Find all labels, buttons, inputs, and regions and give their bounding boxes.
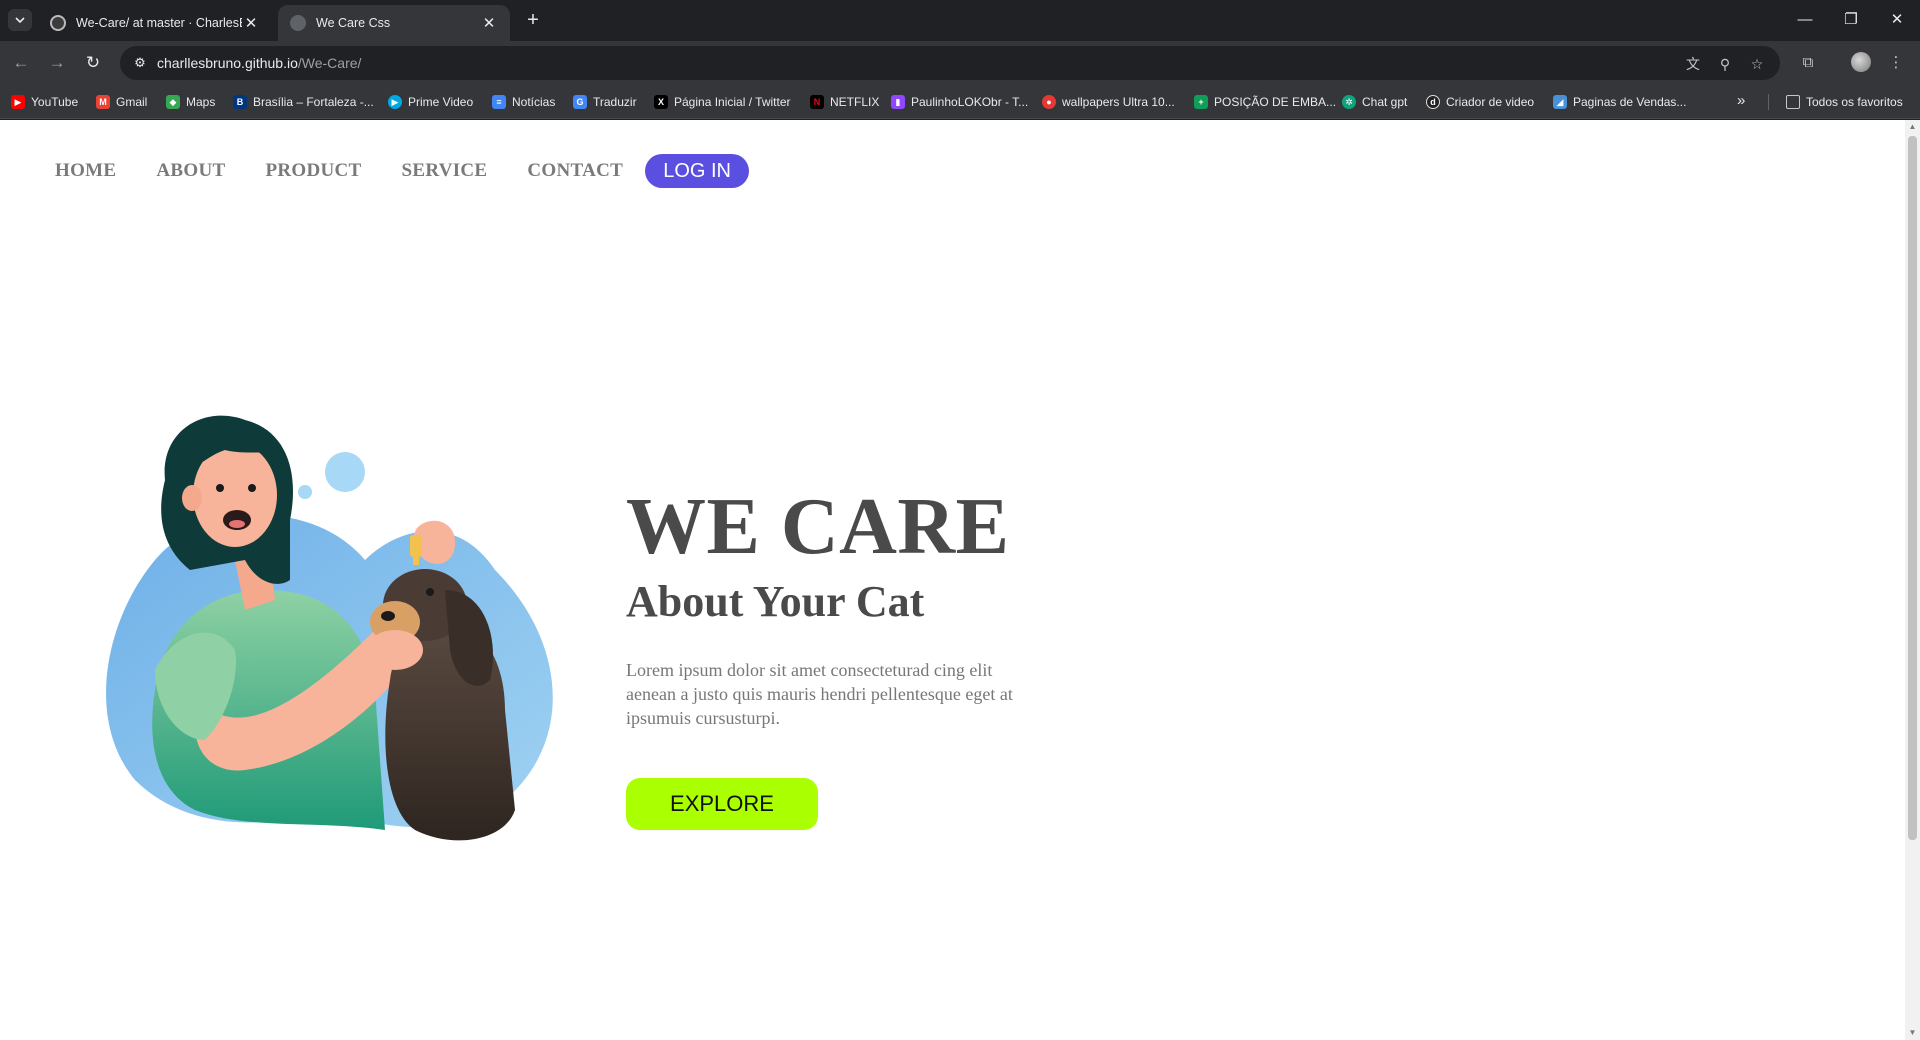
globe-icon bbox=[290, 15, 306, 31]
menu-icon[interactable]: ⋮ bbox=[1882, 49, 1910, 77]
tab-title: We-Care/ at master · CharlesBr bbox=[76, 16, 242, 30]
close-window-button[interactable]: ✕ bbox=[1874, 0, 1920, 41]
scroll-thumb[interactable] bbox=[1908, 136, 1917, 840]
netflix-icon: N bbox=[810, 95, 824, 109]
page-viewport: HOME ABOUT PRODUCT SERVICE CONTACT LOG I… bbox=[0, 120, 1920, 1040]
url-path: /We-Care/ bbox=[297, 55, 362, 71]
login-button[interactable]: LOG IN bbox=[645, 154, 750, 188]
scroll-up-arrow[interactable]: ▲ bbox=[1908, 122, 1917, 132]
video-creator-icon: d bbox=[1426, 95, 1440, 109]
gmail-icon: M bbox=[96, 95, 110, 109]
chatgpt-icon: ✲ bbox=[1342, 95, 1356, 109]
scroll-down-arrow[interactable]: ▼ bbox=[1908, 1028, 1917, 1038]
forward-button[interactable]: → bbox=[42, 48, 72, 78]
twitch-icon: ▮ bbox=[891, 95, 905, 109]
tab-strip: We-Care/ at master · CharlesBr ✕ We Care… bbox=[0, 0, 1920, 41]
bookmark-news[interactable]: ≡ Notícias bbox=[492, 92, 555, 112]
more-bookmarks-icon[interactable]: » bbox=[1737, 92, 1745, 109]
zoom-icon[interactable]: ⚲ bbox=[1714, 53, 1736, 75]
wallpaper-icon: ● bbox=[1042, 95, 1056, 109]
page-scrollbar[interactable]: ▲ ▼ bbox=[1905, 120, 1920, 1040]
bookmark-translate[interactable]: G Traduzir bbox=[573, 92, 637, 112]
hero-subtitle: About Your Cat bbox=[626, 577, 925, 626]
tab-title: We Care Css bbox=[316, 16, 391, 30]
bookmark-youtube[interactable]: ▶ YouTube bbox=[11, 92, 78, 112]
prime-video-icon: ▶ bbox=[388, 95, 402, 109]
bookmark-chatgpt[interactable]: ✲ Chat gpt bbox=[1342, 92, 1407, 112]
bookmark-twitter[interactable]: X Página Inicial / Twitter bbox=[654, 92, 791, 112]
site-info-icon[interactable]: ⚙ bbox=[130, 53, 150, 73]
bookmark-label: wallpapers Ultra 10... bbox=[1062, 95, 1175, 109]
close-icon[interactable]: ✕ bbox=[480, 14, 498, 32]
bookmark-netflix[interactable]: N NETFLIX bbox=[810, 92, 879, 112]
explore-button[interactable]: EXPLORE bbox=[626, 778, 818, 830]
restore-button[interactable]: ❐ bbox=[1828, 0, 1874, 41]
extensions-icon[interactable]: ⧉ bbox=[1794, 49, 1822, 77]
bookmark-gmail[interactable]: M Gmail bbox=[96, 92, 147, 112]
url-text[interactable]: charllesbruno.github.io/We-Care/ bbox=[157, 55, 361, 71]
bookmark-label: Maps bbox=[186, 95, 216, 109]
back-button[interactable]: ← bbox=[6, 48, 36, 78]
hero-description: Lorem ipsum dolor sit amet consecteturad… bbox=[626, 660, 1013, 728]
hero-title: WE CARE bbox=[626, 483, 1010, 571]
maps-icon: ◆ bbox=[166, 95, 180, 109]
profile-avatar[interactable] bbox=[1851, 52, 1871, 72]
tab-we-care-css[interactable]: We Care Css ✕ bbox=[278, 5, 510, 41]
translate-icon: G bbox=[573, 95, 587, 109]
bookmark-sales-pages[interactable]: ◢ Paginas de Vendas... bbox=[1553, 92, 1686, 112]
all-bookmarks-folder[interactable]: Todos os favoritos bbox=[1786, 92, 1903, 112]
bookmark-sheets[interactable]: + POSIÇÃO DE EMBA... bbox=[1194, 92, 1336, 112]
chevron-down-icon bbox=[15, 17, 25, 24]
bookmark-label: Gmail bbox=[116, 95, 148, 109]
translate-icon[interactable]: 文 bbox=[1682, 53, 1704, 75]
all-bookmarks-label: Todos os favoritos bbox=[1806, 95, 1903, 109]
sheets-icon: + bbox=[1194, 95, 1208, 109]
bookmark-label: Chat gpt bbox=[1362, 95, 1408, 109]
folder-icon bbox=[1786, 95, 1800, 109]
news-icon: ≡ bbox=[492, 95, 506, 109]
tab-we-care-github[interactable]: We-Care/ at master · CharlesBr ✕ bbox=[38, 5, 272, 41]
nav-about[interactable]: ABOUT bbox=[156, 160, 225, 182]
bookmark-label: Criador de video bbox=[1446, 95, 1535, 109]
sales-page-icon: ◢ bbox=[1553, 95, 1567, 109]
bookmark-star-icon[interactable]: ☆ bbox=[1746, 53, 1768, 75]
bookmark-label: YouTube bbox=[31, 95, 79, 109]
address-bar[interactable]: ⚙ charllesbruno.github.io/We-Care/ 文 ⚲ ☆ bbox=[120, 46, 1780, 80]
bookmark-video-creator[interactable]: d Criador de video bbox=[1426, 92, 1534, 112]
youtube-icon: ▶ bbox=[11, 95, 25, 109]
bookmark-wallpapers[interactable]: ● wallpapers Ultra 10... bbox=[1042, 92, 1175, 112]
bookmarks-bar: ▶ YouTube M Gmail ◆ Maps B Brasília – Fortal… bbox=[0, 85, 1920, 119]
nav-product[interactable]: PRODUCT bbox=[265, 160, 361, 182]
x-icon: X bbox=[654, 95, 668, 109]
tab-search-button[interactable] bbox=[8, 9, 32, 31]
reload-button[interactable]: ↻ bbox=[78, 48, 108, 78]
minimize-button[interactable]: — bbox=[1782, 0, 1828, 41]
bookmark-booking[interactable]: B Brasília – Fortaleza -... bbox=[233, 92, 374, 112]
github-icon bbox=[50, 15, 66, 31]
bookmark-label: POSIÇÃO DE EMBA... bbox=[1214, 95, 1337, 109]
url-host: charllesbruno.github.io bbox=[157, 55, 298, 71]
bookmark-label: Brasília – Fortaleza -... bbox=[253, 95, 374, 109]
main-nav: HOME ABOUT PRODUCT SERVICE CONTACT LOG I… bbox=[55, 154, 750, 188]
bookmark-label: Notícias bbox=[512, 95, 556, 109]
nav-contact[interactable]: CONTACT bbox=[527, 160, 623, 182]
booking-icon: B bbox=[233, 95, 247, 109]
bookmark-label: Paginas de Vendas... bbox=[1573, 95, 1687, 109]
bookmark-label: NETFLIX bbox=[830, 95, 880, 109]
bookmark-label: PaulinhoLOKObr - T... bbox=[911, 95, 1029, 109]
bookmark-label: Página Inicial / Twitter bbox=[674, 95, 791, 109]
bookmark-label: Prime Video bbox=[408, 95, 474, 109]
bookmarks-divider bbox=[1768, 94, 1769, 110]
new-tab-button[interactable]: + bbox=[520, 8, 546, 34]
bookmark-twitch[interactable]: ▮ PaulinhoLOKObr - T... bbox=[891, 92, 1028, 112]
bookmark-prime-video[interactable]: ▶ Prime Video bbox=[388, 92, 473, 112]
bookmark-maps[interactable]: ◆ Maps bbox=[166, 92, 215, 112]
close-icon[interactable]: ✕ bbox=[242, 14, 260, 32]
browser-toolbar: ← → ↻ ⚙ charllesbruno.github.io/We-Care/… bbox=[0, 41, 1920, 85]
nav-service[interactable]: SERVICE bbox=[402, 160, 488, 182]
hero-illustration bbox=[106, 415, 553, 841]
bookmark-label: Traduzir bbox=[593, 95, 637, 109]
nav-home[interactable]: HOME bbox=[55, 160, 116, 182]
